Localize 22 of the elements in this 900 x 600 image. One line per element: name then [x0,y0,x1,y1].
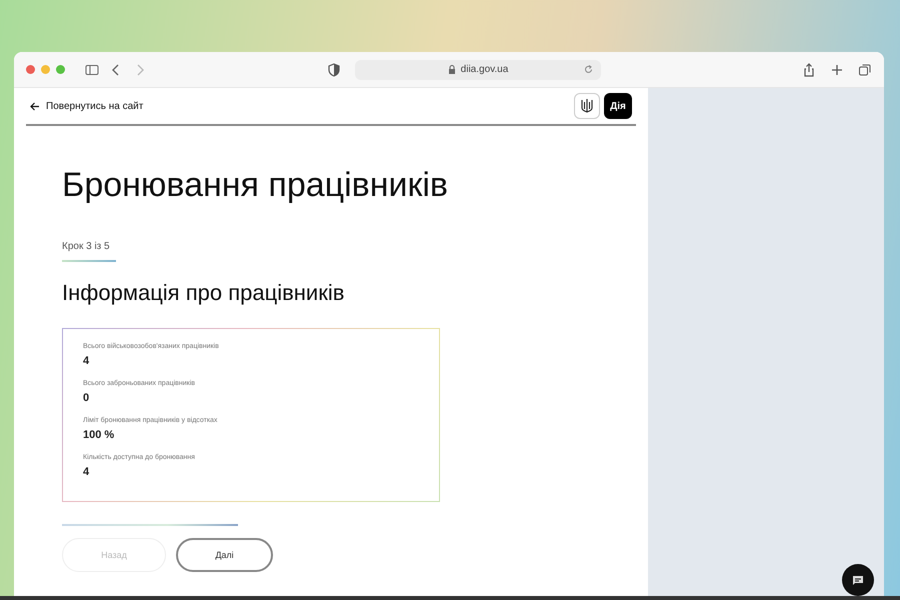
address-field[interactable]: diia.gov.ua [355,60,601,80]
chat-icon [852,574,864,586]
back-link[interactable]: Повернутись на сайт [30,100,144,112]
new-tab-icon[interactable] [830,62,844,76]
page-title: Бронювання працівників [62,166,449,205]
section-title: Інформація про працівників [62,280,346,306]
arrow-left-icon [30,102,40,110]
reload-icon[interactable] [584,65,593,74]
trident-logo[interactable] [574,93,600,119]
shield-icon[interactable] [327,62,341,76]
field-value: 4 [83,355,90,367]
field-value: 0 [83,392,90,404]
field-value: 4 [83,466,90,478]
close-button[interactable] [26,65,35,74]
sidebar-icon[interactable] [85,62,99,76]
step-indicator: Крок 3 із 5 [62,241,110,252]
lock-icon [448,65,456,74]
tabs-icon[interactable] [858,62,872,76]
diia-logo[interactable]: Дія [604,93,632,119]
field-value: 100 % [83,429,116,441]
share-icon[interactable] [802,62,816,76]
next-button[interactable]: Далі [176,538,273,572]
